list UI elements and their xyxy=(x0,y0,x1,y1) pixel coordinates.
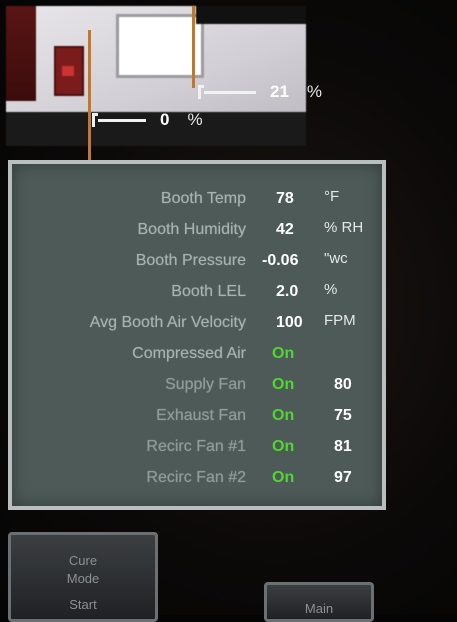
row-exhaust-fan: Exhaust Fan On 75 xyxy=(12,403,382,431)
ceiling-graphic xyxy=(196,6,306,24)
main-button-label: Main xyxy=(304,601,334,616)
duct-line-left xyxy=(88,30,91,168)
value-booth-lel: 2.0 xyxy=(276,283,299,300)
air-unit-graphic xyxy=(54,46,84,96)
status-supply-fan: On xyxy=(272,376,295,393)
damper-top-unit: % xyxy=(306,82,323,101)
duct-line-right xyxy=(192,6,195,88)
value-booth-temp: 78 xyxy=(276,190,294,207)
status-compressed-air: On xyxy=(272,345,295,362)
indicator-line xyxy=(204,90,256,94)
row-booth-lel: Booth LEL 2.0 % xyxy=(12,279,382,307)
damper-indicator-bottom: 0 % xyxy=(92,110,203,130)
label-recirc-fan-2: Recirc Fan #2 xyxy=(146,469,246,486)
unit-booth-temp: °F xyxy=(324,188,340,205)
indicator-line xyxy=(98,118,146,122)
cure-mode-label-1: Cure xyxy=(68,553,98,568)
hmi-screen: 21 % 0 % Booth Temp 78 °F Booth Humidity… xyxy=(0,0,457,622)
row-air-velocity: Avg Booth Air Velocity 100 FPM xyxy=(12,310,382,338)
unit-air-velocity: FPM xyxy=(324,312,356,329)
label-air-velocity: Avg Booth Air Velocity xyxy=(89,314,246,331)
unit-booth-lel: % xyxy=(324,281,338,298)
unit-booth-pressure: "wc xyxy=(324,250,348,267)
row-compressed-air: Compressed Air On xyxy=(12,341,382,369)
row-recirc-fan-1: Recirc Fan #1 On 81 xyxy=(12,434,382,462)
speed-supply-fan: 80 xyxy=(334,376,352,393)
label-booth-humidity: Booth Humidity xyxy=(137,221,247,238)
value-booth-humidity: 42 xyxy=(276,221,294,238)
row-booth-humidity: Booth Humidity 42 % RH xyxy=(12,217,382,245)
cure-mode-button[interactable]: Cure Mode Start xyxy=(8,532,158,622)
status-recirc-fan-1: On xyxy=(272,438,295,455)
row-booth-temp: Booth Temp 78 °F xyxy=(12,186,382,214)
cure-mode-label-3: Start xyxy=(69,597,97,612)
label-booth-lel: Booth LEL xyxy=(171,283,246,300)
cure-mode-label-2: Mode xyxy=(66,571,100,586)
label-recirc-fan-1: Recirc Fan #1 xyxy=(146,438,246,455)
value-air-velocity: 100 xyxy=(276,314,303,331)
row-supply-fan: Supply Fan On 80 xyxy=(12,372,382,400)
damper-top-value: 21 xyxy=(270,82,289,101)
main-button[interactable]: Main xyxy=(264,582,374,622)
damper-bottom-value: 0 xyxy=(160,110,170,129)
unit-booth-humidity: % RH xyxy=(324,219,364,236)
booth-wall-graphic xyxy=(6,6,36,101)
label-exhaust-fan: Exhaust Fan xyxy=(156,407,246,424)
status-exhaust-fan: On xyxy=(272,407,295,424)
label-booth-pressure: Booth Pressure xyxy=(135,252,246,269)
speed-exhaust-fan: 75 xyxy=(334,407,352,424)
label-compressed-air: Compressed Air xyxy=(132,345,246,362)
value-booth-pressure: -0.06 xyxy=(262,252,299,269)
label-supply-fan: Supply Fan xyxy=(165,376,246,393)
booth-status-panel: Booth Temp 78 °F Booth Humidity 42 % RH … xyxy=(8,160,386,510)
damper-bottom-unit: % xyxy=(187,110,203,129)
row-booth-pressure: Booth Pressure -0.06 "wc xyxy=(12,248,382,276)
booth-window-graphic xyxy=(116,14,204,78)
speed-recirc-fan-1: 81 xyxy=(334,438,352,455)
label-booth-temp: Booth Temp xyxy=(160,190,246,207)
speed-recirc-fan-2: 97 xyxy=(334,469,352,486)
damper-indicator-top: 21 % xyxy=(198,82,322,102)
status-recirc-fan-2: On xyxy=(272,469,295,486)
row-recirc-fan-2: Recirc Fan #2 On 97 xyxy=(12,465,382,493)
